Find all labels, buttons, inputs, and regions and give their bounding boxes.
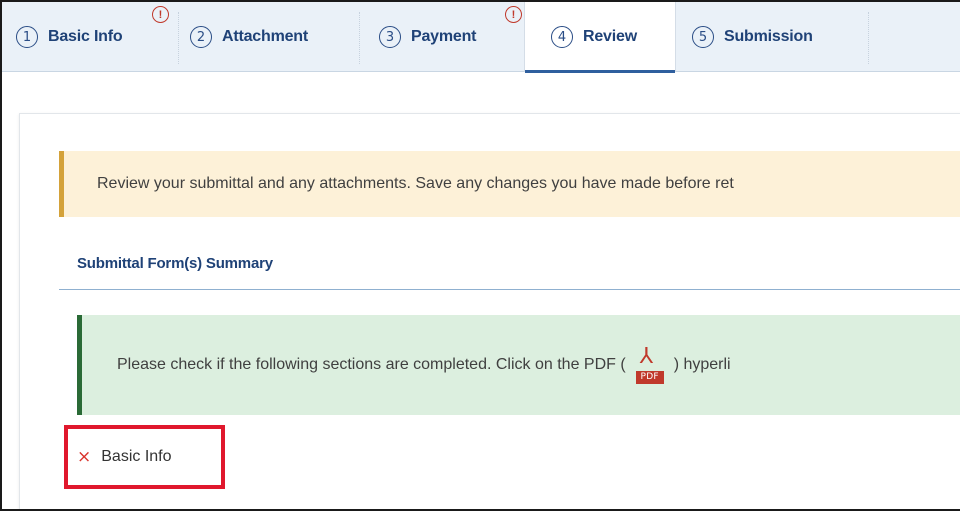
- section-title: Submittal Form(s) Summary: [77, 255, 273, 272]
- tab-basic-info[interactable]: 1 Basic Info !: [16, 2, 169, 72]
- step-number-1: 1: [16, 26, 38, 48]
- tab-basic-info-label: Basic Info: [48, 28, 123, 45]
- completion-notice-text-after: ) hyperli: [673, 356, 731, 373]
- section-status-basic-info[interactable]: × Basic Info: [64, 425, 225, 489]
- step-number-2: 2: [190, 26, 212, 48]
- tab-divider: [868, 12, 869, 64]
- tab-attachment[interactable]: 2 Attachment: [190, 2, 350, 72]
- completion-notice-text-before: Please check if the following sections a…: [117, 356, 626, 373]
- tab-submission-label: Submission: [724, 28, 813, 45]
- completion-notice: Please check if the following sections a…: [77, 315, 960, 415]
- step-tabbar: 1 Basic Info ! 2 Attachment 3 Payment ! …: [2, 2, 960, 73]
- tab-divider: [178, 12, 179, 64]
- step-number-5: 5: [692, 26, 714, 48]
- tab-payment[interactable]: 3 Payment !: [379, 2, 522, 72]
- section-status-label: Basic Info: [101, 448, 172, 465]
- tab-payment-label: Payment: [411, 28, 477, 45]
- tab-submission[interactable]: 5 Submission: [692, 2, 862, 72]
- page-frame: 1 Basic Info ! 2 Attachment 3 Payment ! …: [0, 0, 960, 511]
- step-number-4: 4: [551, 26, 573, 48]
- tab-review[interactable]: 4 Review: [524, 2, 676, 73]
- incomplete-x-icon: ×: [77, 447, 92, 467]
- warning-icon: !: [505, 6, 522, 23]
- step-number-3: 3: [379, 26, 401, 48]
- warning-icon: !: [152, 6, 169, 23]
- pdf-icon: ⅄ PDF: [634, 346, 666, 384]
- review-notice-text: Review your submittal and any attachment…: [97, 175, 734, 192]
- pdf-icon-label: PDF: [635, 371, 664, 384]
- completion-notice-text: Please check if the following sections a…: [117, 346, 731, 384]
- tab-review-label: Review: [583, 28, 637, 45]
- section-divider: [59, 289, 960, 290]
- tab-divider: [359, 12, 360, 64]
- tab-attachment-label: Attachment: [222, 28, 309, 45]
- review-notice: Review your submittal and any attachment…: [59, 151, 960, 217]
